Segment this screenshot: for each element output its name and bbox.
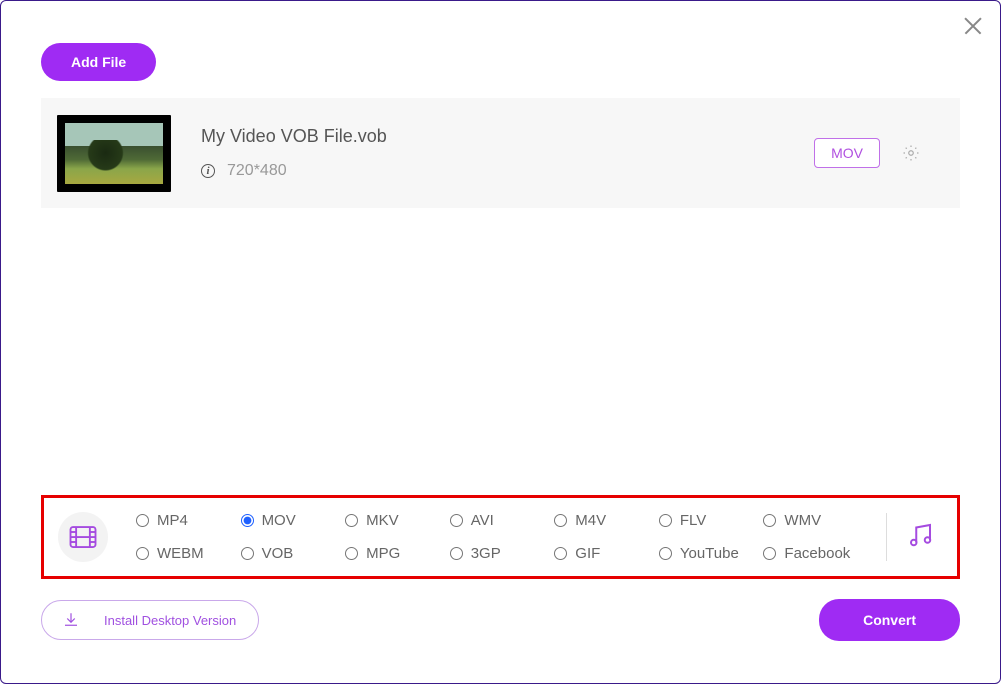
format-radio-mov[interactable] <box>241 514 254 527</box>
format-option-flv[interactable]: FLV <box>659 512 764 529</box>
format-label: MPG <box>366 545 400 562</box>
format-label: MOV <box>262 512 296 529</box>
format-radio-avi[interactable] <box>450 514 463 527</box>
format-radio-vob[interactable] <box>241 547 254 560</box>
format-label: WEBM <box>157 545 204 562</box>
gear-icon[interactable] <box>902 144 920 162</box>
format-option-facebook[interactable]: Facebook <box>763 545 868 562</box>
info-icon[interactable]: i <box>201 164 215 178</box>
format-option-mov[interactable]: MOV <box>241 512 346 529</box>
format-radio-gif[interactable] <box>554 547 567 560</box>
format-radio-wmv[interactable] <box>763 514 776 527</box>
output-format-chip[interactable]: MOV <box>814 138 880 168</box>
format-option-3gp[interactable]: 3GP <box>450 545 555 562</box>
file-name: My Video VOB File.vob <box>201 126 814 147</box>
file-dimensions: 720*480 <box>227 162 287 180</box>
file-thumbnail[interactable] <box>57 115 171 192</box>
format-radio-webm[interactable] <box>136 547 149 560</box>
format-option-mpg[interactable]: MPG <box>345 545 450 562</box>
divider <box>886 513 887 561</box>
video-icon[interactable] <box>58 512 108 562</box>
format-label: VOB <box>262 545 294 562</box>
format-label: M4V <box>575 512 606 529</box>
format-label: FLV <box>680 512 706 529</box>
format-option-wmv[interactable]: WMV <box>763 512 868 529</box>
install-desktop-label: Install Desktop Version <box>104 613 236 628</box>
format-option-mkv[interactable]: MKV <box>345 512 450 529</box>
format-label: Facebook <box>784 545 850 562</box>
format-radio-m4v[interactable] <box>554 514 567 527</box>
format-option-m4v[interactable]: M4V <box>554 512 659 529</box>
format-option-avi[interactable]: AVI <box>450 512 555 529</box>
format-label: AVI <box>471 512 494 529</box>
bottom-bar: Install Desktop Version Convert <box>41 599 960 641</box>
format-radio-3gp[interactable] <box>450 547 463 560</box>
format-option-mp4[interactable]: MP4 <box>136 512 241 529</box>
format-label: GIF <box>575 545 600 562</box>
format-label: 3GP <box>471 545 501 562</box>
format-selection-bar: MP4 MOV MKV AVI M4V FLV WMV WEBM VOB MPG 3GP GIF You… <box>41 495 960 579</box>
format-label: MKV <box>366 512 399 529</box>
convert-button[interactable]: Convert <box>819 599 960 641</box>
music-icon[interactable] <box>905 520 935 555</box>
format-label: MP4 <box>157 512 188 529</box>
format-option-webm[interactable]: WEBM <box>136 545 241 562</box>
format-radio-facebook[interactable] <box>763 547 776 560</box>
format-label: WMV <box>784 512 821 529</box>
add-file-button[interactable]: Add File <box>41 43 156 81</box>
format-radio-mkv[interactable] <box>345 514 358 527</box>
format-radio-flv[interactable] <box>659 514 672 527</box>
install-desktop-button[interactable]: Install Desktop Version <box>41 600 259 640</box>
format-option-vob[interactable]: VOB <box>241 545 346 562</box>
format-radio-mp4[interactable] <box>136 514 149 527</box>
close-icon[interactable] <box>961 14 985 38</box>
format-option-youtube[interactable]: YouTube <box>659 545 764 562</box>
format-option-gif[interactable]: GIF <box>554 545 659 562</box>
format-radio-youtube[interactable] <box>659 547 672 560</box>
format-label: YouTube <box>680 545 739 562</box>
format-radio-mpg[interactable] <box>345 547 358 560</box>
download-icon <box>62 611 80 629</box>
file-item: My Video VOB File.vob i 720*480 MOV <box>41 98 960 208</box>
